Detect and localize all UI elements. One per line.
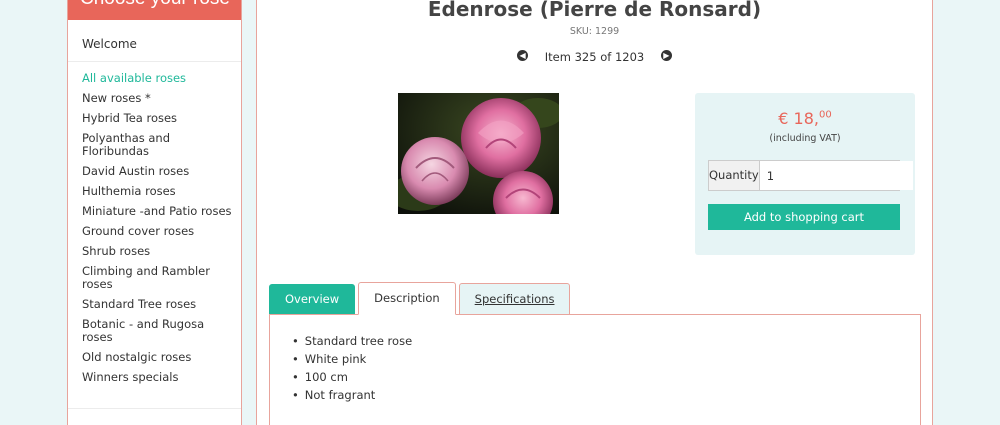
- list-item: Not fragrant: [292, 386, 412, 404]
- sidebar-item-standard-tree[interactable]: Standard Tree roses: [82, 298, 232, 311]
- sidebar-header: Choose your rose: [68, 0, 241, 20]
- sidebar-item-all-roses[interactable]: All available roses: [82, 72, 232, 85]
- sidebar-item-david-austin[interactable]: David Austin roses: [82, 165, 232, 178]
- list-item: 100 cm: [292, 368, 412, 386]
- tab-overview[interactable]: Overview: [269, 284, 356, 315]
- divider: [68, 408, 241, 409]
- quantity-input[interactable]: [759, 161, 913, 190]
- next-item-icon[interactable]: ▶: [660, 50, 672, 61]
- tab-specifications[interactable]: Specifications: [458, 283, 571, 315]
- previous-item-icon[interactable]: ◀: [517, 50, 529, 61]
- product-sku: SKU: 1299: [569, 26, 620, 37]
- sidebar-item-hulthemia[interactable]: Hulthemia roses: [82, 185, 232, 198]
- category-list: All available roses New roses * Hybrid T…: [82, 72, 232, 391]
- sidebar-item-new-roses[interactable]: New roses *: [82, 92, 232, 105]
- sidebar-title: Choose your rose: [80, 0, 230, 10]
- description-list: Standard tree rose White pink 100 cm Not…: [292, 332, 412, 404]
- price-cents: 00: [818, 109, 832, 121]
- list-item: Standard tree rose: [292, 332, 412, 350]
- tab-panel-description: Standard tree rose White pink 100 cm Not…: [269, 314, 921, 425]
- divider: [68, 61, 241, 62]
- product-panel: Edenrose (Pierre de Ronsard) SKU: 1299 ◀…: [256, 0, 933, 425]
- rose-image: [398, 93, 559, 214]
- sidebar: Choose your rose Welcome All available r…: [67, 0, 242, 425]
- quantity-field: Quantity: [708, 160, 913, 191]
- tab-description[interactable]: Description: [358, 282, 456, 315]
- sidebar-item-hybrid-tea[interactable]: Hybrid Tea roses: [82, 112, 232, 125]
- list-item: White pink: [292, 350, 412, 368]
- add-to-cart-button[interactable]: Add to shopping cart: [708, 204, 900, 230]
- vat-note: (including VAT): [769, 133, 841, 144]
- sidebar-item-botanic[interactable]: Botanic - and Rugosa roses: [82, 318, 232, 344]
- product-tabs: Overview Description Specifications: [269, 282, 573, 315]
- sidebar-item-miniature[interactable]: Miniature -and Patio roses: [82, 205, 232, 218]
- item-position: Item 325 of 1203: [544, 49, 645, 64]
- product-photo[interactable]: [398, 93, 559, 214]
- sidebar-item-old-nostalgic[interactable]: Old nostalgic roses: [82, 351, 232, 364]
- price: € 18,00: [695, 109, 915, 128]
- product-title: Edenrose (Pierre de Ronsard): [427, 0, 762, 21]
- item-navigation: ◀ Item 325 of 1203 ▶: [257, 49, 932, 64]
- purchase-box: € 18,00 (including VAT) Quantity Add to …: [695, 93, 915, 255]
- sidebar-item-winners[interactable]: Winners specials: [82, 371, 232, 384]
- sidebar-item-climbing[interactable]: Climbing and Rambler roses: [82, 265, 232, 291]
- sidebar-item-ground-cover[interactable]: Ground cover roses: [82, 225, 232, 238]
- quantity-label: Quantity: [709, 161, 760, 190]
- sidebar-item-polyanthas[interactable]: Polyanthas and Floribundas: [82, 132, 232, 158]
- sidebar-item-welcome[interactable]: Welcome: [82, 37, 137, 51]
- price-main: € 18,: [778, 109, 819, 128]
- sidebar-item-shrub[interactable]: Shrub roses: [82, 245, 232, 258]
